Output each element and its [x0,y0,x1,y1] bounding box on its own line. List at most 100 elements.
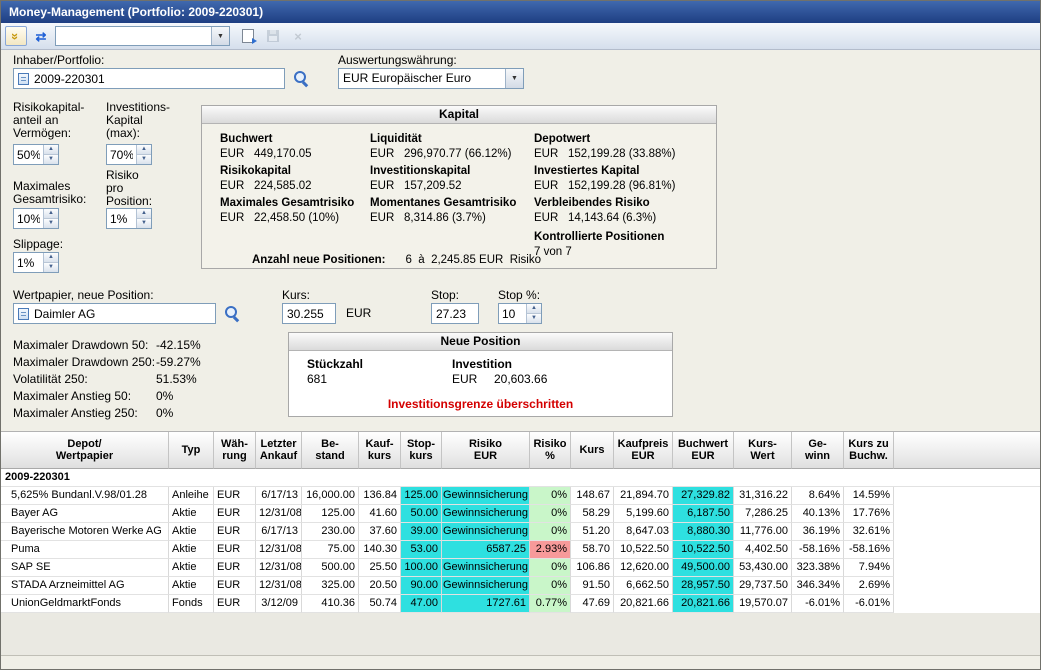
spin-buttons: ▲▼ [526,304,541,323]
table-row[interactable]: SAP SE Aktie EUR 12/31/08 500.00 25.50 1… [1,559,1040,577]
kapital-item-label: Investitionskapital [370,164,534,179]
stat-value: -59.27% [156,355,201,369]
spin-down-icon[interactable]: ▼ [44,219,58,228]
column-header[interactable]: Kaufpreis EUR [614,432,673,469]
spin-down-icon[interactable]: ▼ [137,219,151,228]
column-header[interactable]: Letzter Ankauf [256,432,302,469]
table-group-row[interactable]: 2009-220301 [1,469,1040,487]
table-row[interactable]: Puma Aktie EUR 12/31/08 75.00 140.30 53.… [1,541,1040,559]
investitionskapital-input[interactable] [107,145,136,164]
column-header[interactable]: Typ [169,432,214,469]
column-header[interactable]: Risiko % [530,432,571,469]
table-header: Depot/ WertpapierTypWäh- rungLetzter Ank… [1,432,1040,469]
currency-dropdown-arrow-icon[interactable]: ▼ [505,69,523,88]
slippage-input[interactable] [14,253,43,272]
spin-up-icon[interactable]: ▲ [44,145,58,155]
cell-typ: Aktie [169,523,214,541]
security-input[interactable] [32,307,213,321]
column-header[interactable]: Wäh- rung [214,432,256,469]
spin-down-icon[interactable]: ▼ [137,155,151,164]
column-header[interactable]: Ge- winn [792,432,844,469]
toolbar-combobox[interactable]: ▼ [55,26,230,46]
spin-up-icon[interactable]: ▲ [44,253,58,263]
panel-toggle-button[interactable]: » [5,26,27,46]
cell-letzter-ankauf: 6/17/13 [256,523,302,541]
row-filler [894,559,1040,577]
spin-up-icon[interactable]: ▲ [44,209,58,219]
kapital-item: Verbleibendes Risiko EUR14,143.64 (6.3%) [534,196,716,228]
cell-kurs: 148.67 [571,487,614,505]
spin-up-icon[interactable]: ▲ [527,304,541,314]
security-search-button[interactable] [221,302,243,324]
portfolio-search-button[interactable] [290,67,312,89]
column-header[interactable]: Stop- kurs [401,432,442,469]
cell-typ: Aktie [169,577,214,595]
table-row[interactable]: UnionGeldmarktFonds Fonds EUR 3/12/09 41… [1,595,1040,613]
cell-kaufkurs: 20.50 [359,577,401,595]
investition-block: Investition EUR20,603.66 [452,357,547,387]
save-button[interactable] [262,26,284,46]
neue-position-groupbox: Neue Position Stückzahl 681 Investition … [288,332,673,417]
spin-up-icon[interactable]: ▲ [137,209,151,219]
kapital-item-value-line: EUR449,170.05 [220,147,370,162]
kurs-currency-label: EUR [346,307,371,320]
kontrollierte-value: 7 von 7 [534,245,716,260]
portfolio-field [13,68,285,89]
kapital-item: Depotwert EUR152,199.28 (33.88%) [534,132,716,164]
column-header[interactable]: Buchwert EUR [673,432,734,469]
stop-input[interactable] [434,307,476,321]
cell-gewinn: 8.64% [792,487,844,505]
gesamtrisiko-input[interactable] [14,209,43,228]
spin-buttons: ▲▼ [43,253,58,272]
cell-buchwert: 8,880.30 [673,523,734,541]
cell-buchwert: 28,957.50 [673,577,734,595]
export-button[interactable] [237,26,259,46]
spin-down-icon[interactable]: ▼ [44,155,58,164]
risikokapital-label: Risikokapital- anteil an Vermögen: [13,101,84,140]
spin-down-icon[interactable]: ▼ [44,263,58,272]
neue-position-body: Stückzahl 681 Investition EUR20,603.66 I… [289,351,672,417]
cell-kaufpreis: 6,662.50 [614,577,673,595]
column-header[interactable]: Kauf- kurs [359,432,401,469]
table-row[interactable]: Bayer AG Aktie EUR 12/31/08 125.00 41.60… [1,505,1040,523]
portfolio-label: Inhaber/Portfolio: [13,54,104,67]
table-row[interactable]: 5,625% Bundanl.V.98/01.28 Anleihe EUR 6/… [1,487,1040,505]
spin-up-icon[interactable]: ▲ [137,145,151,155]
column-header[interactable]: Kurs [571,432,614,469]
table-row[interactable]: STADA Arzneimittel AG Aktie EUR 12/31/08… [1,577,1040,595]
column-header[interactable]: Depot/ Wertpapier [1,432,169,469]
cell-buchwert: 6,187.50 [673,505,734,523]
delete-button[interactable]: × [287,26,309,46]
kapital-item-value-line: EUR14,143.64 (6.3%) [534,211,716,226]
export-arrow-icon [252,38,257,44]
stat-row: Maximaler Drawdown 250:-59.27% [13,354,201,371]
column-header[interactable]: Kurs zu Buchw. [844,432,894,469]
title-bar: Money-Management (Portfolio: 2009-220301… [1,1,1040,23]
cell-kurs: 51.20 [571,523,614,541]
risiko-pro-position-label: Risiko pro Position: [106,169,152,208]
stop-pct-input[interactable] [499,304,526,323]
kurs-input[interactable] [285,307,333,321]
stat-label: Maximaler Anstieg 250: [13,405,156,422]
column-header[interactable]: Risiko EUR [442,432,530,469]
refresh-button[interactable]: ⇄ [30,26,52,46]
cell-kurswert: 19,570.07 [734,595,792,613]
cell-buchwert: 10,522.50 [673,541,734,559]
spin-down-icon[interactable]: ▼ [527,314,541,323]
cell-kurs: 58.29 [571,505,614,523]
column-header[interactable]: Kurs- Wert [734,432,792,469]
cell-kurswert: 31,316.22 [734,487,792,505]
table-row[interactable]: Bayerische Motoren Werke AG Aktie EUR 6/… [1,523,1040,541]
risiko-pro-position-input[interactable] [107,209,136,228]
kapital-item-value-line: EUR157,209.52 [370,179,534,194]
kapital-item-value: 152,199.28 (96.81%) [568,180,675,192]
toolbar-dropdown-arrow-icon[interactable]: ▼ [211,27,229,45]
cell-kurs: 47.69 [571,595,614,613]
cell-kurswert: 53,430.00 [734,559,792,577]
column-header[interactable]: Be- stand [302,432,359,469]
cell-bestand: 500.00 [302,559,359,577]
currency-combobox[interactable]: EUR Europäischer Euro ▼ [338,68,524,89]
stat-value: 0% [156,389,173,403]
portfolio-input[interactable] [32,72,282,86]
risikokapital-input[interactable] [14,145,43,164]
